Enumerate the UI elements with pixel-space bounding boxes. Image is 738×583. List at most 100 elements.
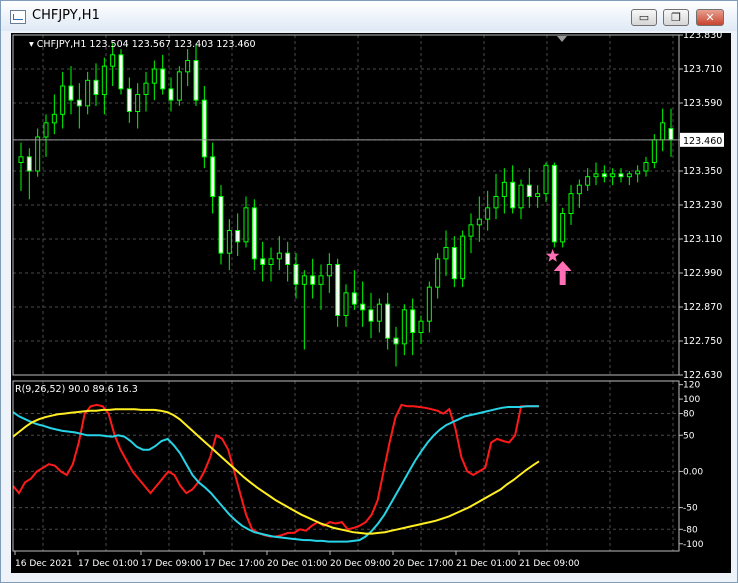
candle-body-bull	[576, 184, 582, 195]
time-tick-label: 20 Dec 09:00	[330, 559, 391, 569]
candle-body-bull	[568, 193, 574, 215]
candle-body-bull	[326, 264, 332, 277]
shift-marker-icon	[557, 36, 567, 42]
candle-body-bull	[660, 122, 666, 141]
candle-body-bull	[243, 207, 249, 243]
close-button[interactable]: ✕	[696, 9, 724, 26]
candle-body-bull	[85, 79, 91, 107]
candle-body-bear	[510, 181, 516, 209]
terminal-window: CHFJPY,H1 ▭ ❐ ✕ 123.830 123.710 123.590 123…	[0, 0, 738, 583]
candle-body-bear	[118, 54, 124, 90]
candle-body-bull	[468, 224, 474, 237]
candle-body-bull	[485, 207, 491, 220]
candle-body-bull	[493, 196, 499, 209]
indicator-tick-label: -100	[683, 540, 704, 550]
chart-window-icon	[10, 10, 26, 24]
candle-body-bull	[426, 286, 432, 322]
price-tick-label: 123.230	[683, 200, 722, 211]
time-tick-label: 21 Dec 01:00	[456, 559, 517, 569]
candle-body-bull	[643, 162, 649, 172]
candle-body-bear	[385, 303, 391, 339]
indicator-lines-layer	[12, 403, 540, 543]
candle-body-bull	[43, 122, 49, 138]
indicator-tick-label: 120	[683, 381, 700, 391]
candle-body-bull	[185, 60, 191, 73]
candle-body-bull	[135, 94, 141, 112]
candle-body-bull	[585, 176, 591, 186]
candle-body-bull	[343, 292, 349, 317]
collapse-icon[interactable]: ▾	[29, 39, 37, 50]
time-tick-label: 20 Dec 17:00	[393, 559, 454, 569]
candle-body-bull	[318, 275, 324, 285]
title-bar[interactable]: CHFJPY,H1 ▭ ❐ ✕	[1, 1, 737, 31]
candle-body-bear	[451, 247, 457, 280]
indicator-tick-label: -50	[683, 504, 698, 514]
candle-body-bear	[601, 173, 607, 178]
candle-body-bear	[76, 99, 82, 107]
candle-body-bull	[18, 156, 24, 164]
indicator-label: R(9,26,52) 90.0 89.6 16.3	[15, 384, 138, 395]
candle-body-bull	[401, 309, 407, 345]
candle-body-bear	[410, 309, 416, 334]
candle-body-bear	[360, 303, 366, 311]
candle-body-bull	[301, 275, 307, 285]
indicator-tick-label: 50	[683, 431, 695, 441]
candle-body-bull	[276, 252, 282, 260]
candle-body-bull	[535, 193, 541, 198]
candle-body-bear	[126, 88, 132, 112]
candle-body-bear	[335, 264, 341, 316]
indicator-series-cyan	[12, 405, 539, 543]
chart-area[interactable]: 123.830 123.710 123.590 123.460 123.350 123.2…	[11, 33, 731, 573]
restore-button[interactable]: ❐	[663, 9, 689, 26]
candle-body-bear	[285, 252, 291, 266]
candle-body-bull	[626, 173, 632, 178]
signal-star-icon	[546, 249, 560, 262]
candle-body-bear	[351, 292, 357, 305]
axes-layer: 123.830 123.710 123.590 123.460 123.350 123.2…	[12, 33, 724, 569]
chart-canvas[interactable]: 123.830 123.710 123.590 123.460 123.350 123.2…	[11, 33, 731, 573]
candle-body-bull	[443, 247, 449, 260]
candle-body-bull	[518, 184, 524, 209]
candle-body-bull	[101, 65, 107, 96]
candle-body-bear	[368, 309, 374, 322]
candle-body-bull	[268, 258, 274, 265]
price-tick-label: 122.990	[683, 268, 722, 279]
time-tick-label: 20 Dec 01:00	[267, 559, 328, 569]
time-tick-label: 16 Dec 2021	[15, 559, 73, 569]
indicator-tick-label: 100	[683, 395, 700, 405]
indicator-tick-label: 0.00	[683, 467, 703, 477]
candle-body-bear	[668, 128, 674, 141]
symbol-label: CHFJPY,H1	[37, 39, 87, 50]
price-tick-label: 122.630	[683, 370, 722, 381]
candle-body-bear	[526, 184, 532, 198]
buy-arrow-icon	[553, 261, 572, 285]
price-tick-label: 123.350	[683, 166, 722, 177]
candle-body-bull	[635, 170, 641, 175]
time-tick-label: 21 Dec 09:00	[519, 559, 580, 569]
candle-body-bull	[226, 230, 232, 254]
candle-body-bull	[435, 258, 441, 288]
window-title: CHFJPY,H1	[32, 8, 100, 23]
candle-body-bull	[51, 113, 57, 124]
candle-body-bull	[418, 320, 424, 333]
indicator-tick-label: -80	[683, 525, 698, 535]
price-tick-label: 123.110	[683, 234, 722, 245]
candle-body-bear	[168, 88, 174, 101]
candle-body-bear	[26, 156, 32, 172]
candle-body-bear	[93, 79, 99, 95]
minimize-button[interactable]: ▭	[631, 9, 657, 26]
price-panel-header: ▾ CHFJPY,H1 123.504 123.567 123.403 123.…	[29, 39, 256, 50]
candle-body-bull	[651, 139, 657, 164]
candle-body-bull	[60, 85, 66, 115]
candle-body-bear	[193, 60, 199, 101]
candle-body-bull	[501, 181, 507, 197]
candle-body-bear	[201, 99, 207, 158]
candle-body-bear	[68, 85, 74, 101]
candle-body-bull	[610, 173, 616, 178]
candle-body-bull	[476, 218, 482, 226]
ohlc-label: 123.504 123.567 123.403 123.460	[89, 39, 255, 50]
candle-body-bull	[151, 68, 157, 84]
time-tick-label: 17 Dec 09:00	[141, 559, 202, 569]
candle-body-bull	[543, 164, 549, 195]
candle-body-bear	[393, 337, 399, 345]
